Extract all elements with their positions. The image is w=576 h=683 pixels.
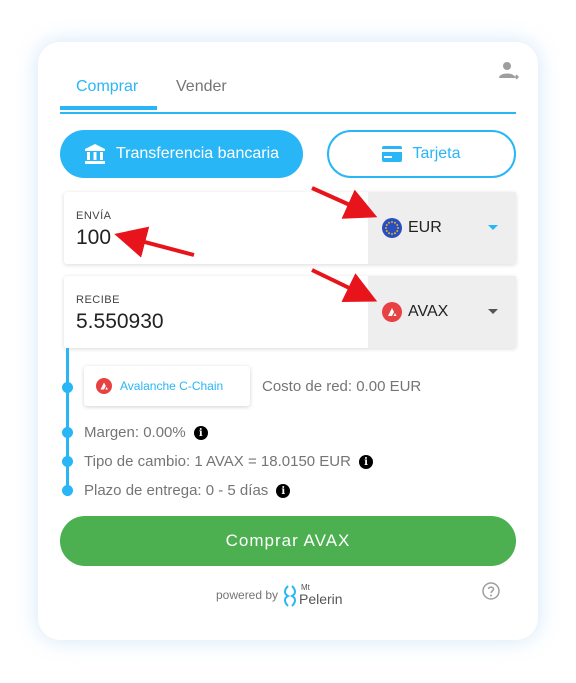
chevron-down-icon xyxy=(488,225,498,230)
network-cost: Costo de red: 0.00 EUR xyxy=(262,378,422,395)
avax-logo-icon xyxy=(96,378,112,394)
tab-sell[interactable]: Vender xyxy=(176,78,227,96)
info-icon[interactable]: i xyxy=(193,426,208,441)
timeline-dot xyxy=(62,485,73,496)
info-icon[interactable]: i xyxy=(276,484,291,499)
timeline-dot xyxy=(62,382,73,393)
receive-amount-field[interactable]: RECIBE 5.550930 AVAX xyxy=(64,276,516,348)
brand-name: Pelerin xyxy=(299,591,343,607)
tab-bar: Comprar Vender xyxy=(60,42,516,114)
receive-amount-value[interactable]: 5.550930 xyxy=(76,310,164,334)
timeline-dot xyxy=(62,456,73,467)
details-timeline xyxy=(66,348,69,496)
margin-text: Margen: 0.00% xyxy=(84,424,186,441)
bank-transfer-label: Transferencia bancaria xyxy=(115,145,280,162)
network-chip[interactable]: Avalanche C-Chain xyxy=(84,366,250,406)
exchange-rate-text: Tipo de cambio: 1 AVAX = 18.0150 EUR xyxy=(84,453,351,470)
margin-row: Margen: 0.00% i xyxy=(84,424,208,441)
send-amount-input[interactable]: 100 xyxy=(76,226,111,250)
delivery-row: Plazo de entrega: 0 - 5 días i xyxy=(84,482,291,499)
send-currency-code: EUR xyxy=(408,219,442,236)
active-tab-indicator xyxy=(60,106,157,110)
info-icon[interactable]: i xyxy=(358,455,373,470)
credit-card-icon xyxy=(382,146,403,162)
bank-transfer-button[interactable]: Transferencia bancaria xyxy=(60,130,303,178)
card-payment-button[interactable]: Tarjeta xyxy=(327,130,516,178)
powered-by-text: powered by xyxy=(216,588,279,602)
bank-icon xyxy=(84,144,105,164)
delivery-text: Plazo de entrega: 0 - 5 días xyxy=(84,482,269,499)
timeline-dot xyxy=(62,427,73,438)
widget-card: Comprar Vender Transferencia bancaria Ta… xyxy=(38,42,538,640)
tab-buy[interactable]: Comprar xyxy=(76,78,138,96)
help-circle-icon[interactable] xyxy=(482,582,500,600)
user-switch-icon[interactable] xyxy=(498,60,520,82)
avax-logo-icon xyxy=(382,302,402,322)
chevron-down-icon xyxy=(488,309,498,314)
network-chip-label: Avalanche C-Chain xyxy=(120,379,224,393)
card-payment-label: Tarjeta xyxy=(412,145,461,162)
send-currency-select[interactable]: EUR xyxy=(368,192,516,264)
send-amount-field[interactable]: ENVÍA 100 EUR xyxy=(64,192,516,264)
exchange-rate-row: Tipo de cambio: 1 AVAX = 18.0150 EUR i xyxy=(84,453,373,470)
send-label: ENVÍA xyxy=(76,210,112,222)
eu-flag-icon xyxy=(382,218,402,238)
receive-currency-code: AVAX xyxy=(408,303,449,320)
receive-currency-select[interactable]: AVAX xyxy=(368,276,516,348)
receive-label: RECIBE xyxy=(76,294,120,306)
buy-avax-button[interactable]: Comprar AVAX xyxy=(60,516,516,566)
mt-pelerin-logo[interactable]: Mt Pelerin xyxy=(282,580,352,610)
